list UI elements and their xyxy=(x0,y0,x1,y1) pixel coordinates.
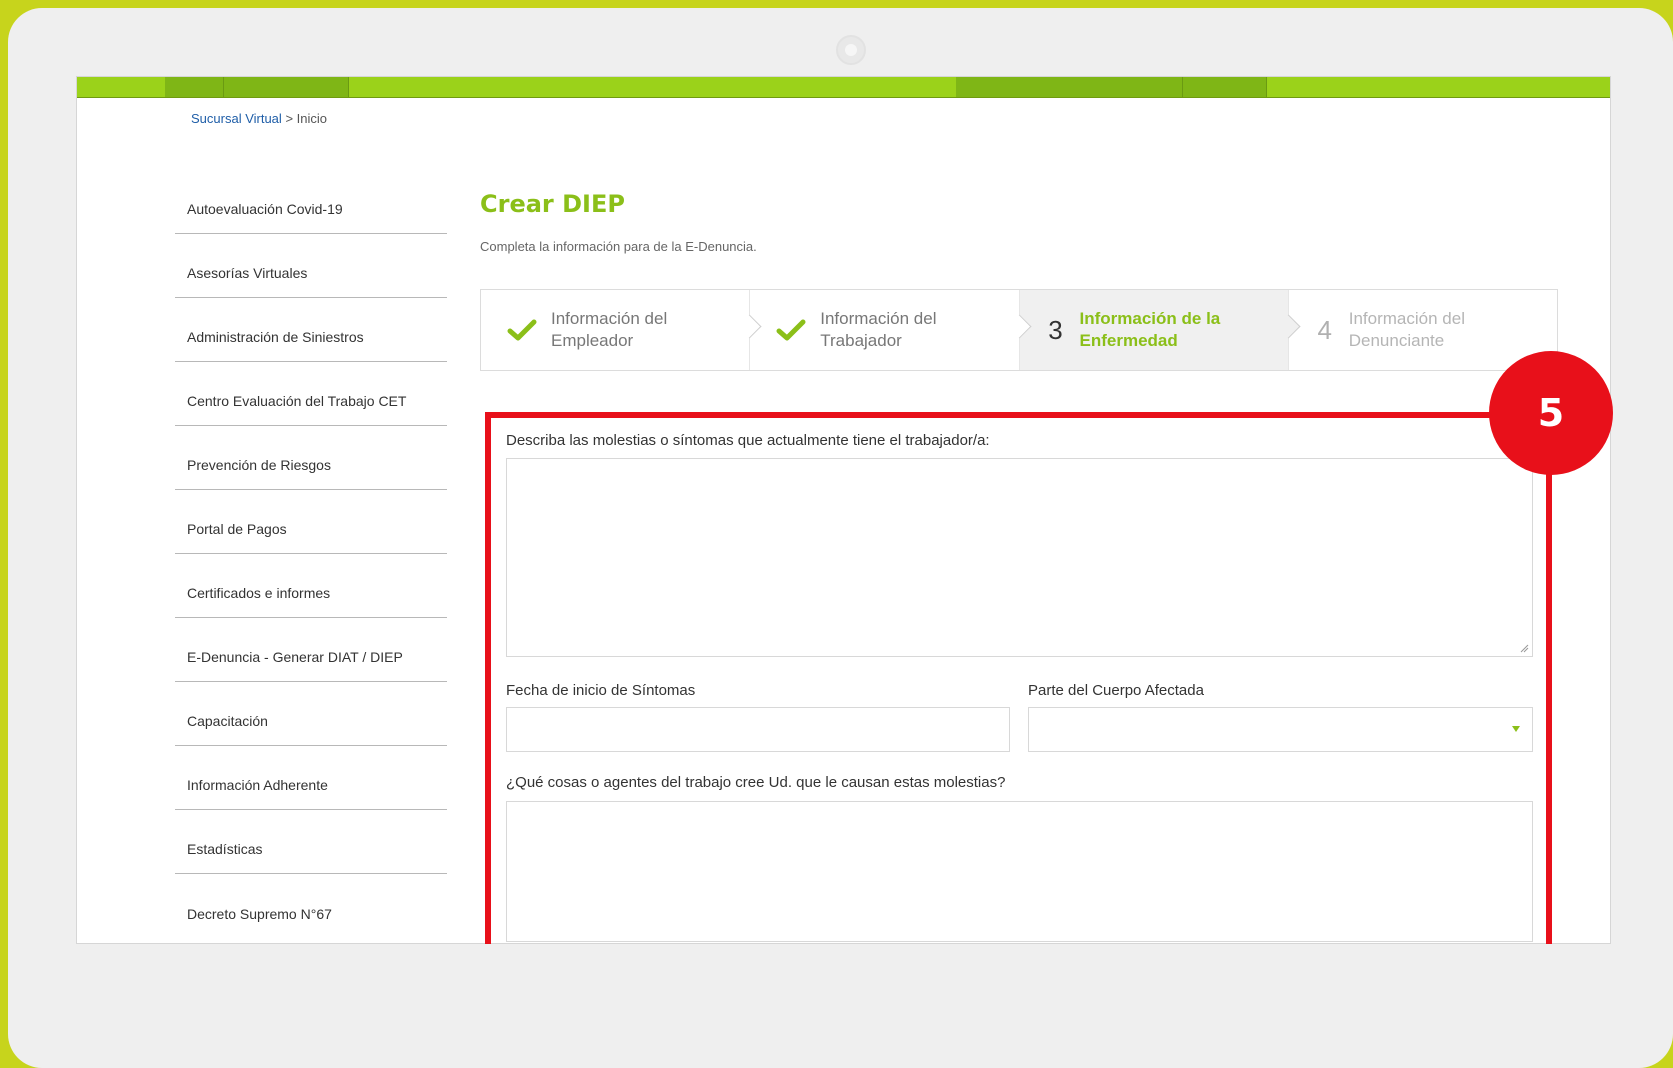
step-label-line1: Información de la xyxy=(1079,309,1221,328)
highlight-box xyxy=(485,412,1552,944)
nav-item[interactable] xyxy=(165,77,224,97)
sidebar-item-certificados[interactable]: Certificados e informes xyxy=(175,554,447,618)
sidebar-item-label: Prevención de Riesgos xyxy=(187,457,331,473)
breadcrumb-home-link[interactable]: Sucursal Virtual xyxy=(191,111,282,126)
sidebar-item-decreto[interactable]: Decreto Supremo N°67 xyxy=(175,874,447,938)
page-title: Crear DIEP xyxy=(480,190,625,218)
step-label-line2: Denunciante xyxy=(1348,331,1445,350)
progress-stepper: Información del Empleador Información de… xyxy=(480,289,1558,371)
sidebar-item-cet[interactable]: Centro Evaluación del Trabajo CET xyxy=(175,362,447,426)
step-label-line1: Información del xyxy=(1348,309,1465,328)
breadcrumb-separator: > xyxy=(285,111,294,126)
sidebar-item-asesorias[interactable]: Asesorías Virtuales xyxy=(175,234,447,298)
step-number: 4 xyxy=(1317,314,1332,345)
nav-item[interactable] xyxy=(224,77,349,97)
step-label-line1: Información del xyxy=(551,309,668,328)
sidebar-item-estadisticas[interactable]: Estadísticas xyxy=(175,810,447,874)
sidebar-item-label: E-Denuncia - Generar DIAT / DIEP xyxy=(187,649,403,665)
sidebar-item-label: Capacitación xyxy=(187,713,268,729)
step-label-line2: Empleador xyxy=(551,331,634,350)
step-badge: 5 xyxy=(1489,351,1613,475)
nav-item[interactable] xyxy=(956,77,1183,97)
sidebar-item-label: Certificados e informes xyxy=(187,585,331,601)
sidebar-item-label: Decreto Supremo N°67 xyxy=(187,906,332,922)
sidebar-item-adherente[interactable]: Información Adherente xyxy=(175,746,447,810)
sidebar-item-label: Estadísticas xyxy=(187,841,263,857)
sidebar-item-prevencion[interactable]: Prevención de Riesgos xyxy=(175,426,447,490)
sidebar-item-label: Autoevaluación Covid-19 xyxy=(187,201,343,217)
sidebar-item-pagos[interactable]: Portal de Pagos xyxy=(175,490,447,554)
check-icon xyxy=(507,319,537,341)
sidebar-menu: Autoevaluación Covid-19 Asesorías Virtua… xyxy=(175,170,447,938)
breadcrumb: Sucursal Virtual > Inicio xyxy=(191,111,327,126)
step-worker[interactable]: Información del Trabajador xyxy=(750,290,1032,370)
step-label-line2: Enfermedad xyxy=(1079,331,1178,350)
sidebar-item-label: Información Adherente xyxy=(187,777,328,793)
sidebar-item-edenuncia[interactable]: E-Denuncia - Generar DIAT / DIEP xyxy=(175,618,447,682)
step-label: Información de la Enfermedad xyxy=(1080,308,1221,352)
sidebar-item-label: Portal de Pagos xyxy=(187,521,287,537)
camera-icon xyxy=(836,35,866,65)
step-label: Información del Empleador xyxy=(551,308,667,352)
sidebar-item-label: Administración de Siniestros xyxy=(187,329,364,345)
sidebar-item-siniestros[interactable]: Administración de Siniestros xyxy=(175,298,447,362)
page-subtitle: Completa la información para de la E-Den… xyxy=(480,239,757,254)
top-navigation-bar xyxy=(77,77,1610,98)
sidebar-item-covid[interactable]: Autoevaluación Covid-19 xyxy=(175,170,447,234)
step-illness[interactable]: 3 Información de la Enfermedad xyxy=(1019,290,1301,370)
sidebar-item-label: Asesorías Virtuales xyxy=(187,265,308,281)
sidebar-item-label: Centro Evaluación del Trabajo CET xyxy=(187,393,407,409)
step-label-line2: Trabajador xyxy=(820,331,902,350)
step-label-line1: Información del xyxy=(820,309,937,328)
step-employer[interactable]: Información del Empleador xyxy=(481,290,762,370)
step-number: 3 xyxy=(1048,314,1063,345)
nav-item[interactable] xyxy=(1183,77,1267,97)
sidebar-item-capacitacion[interactable]: Capacitación xyxy=(175,682,447,746)
step-label: Información del Denunciante xyxy=(1349,308,1465,352)
step-label: Información del Trabajador xyxy=(820,308,936,352)
breadcrumb-current: Inicio xyxy=(296,111,328,126)
step-reporter[interactable]: 4 Información del Denunciante xyxy=(1289,290,1557,370)
check-icon xyxy=(776,319,806,341)
